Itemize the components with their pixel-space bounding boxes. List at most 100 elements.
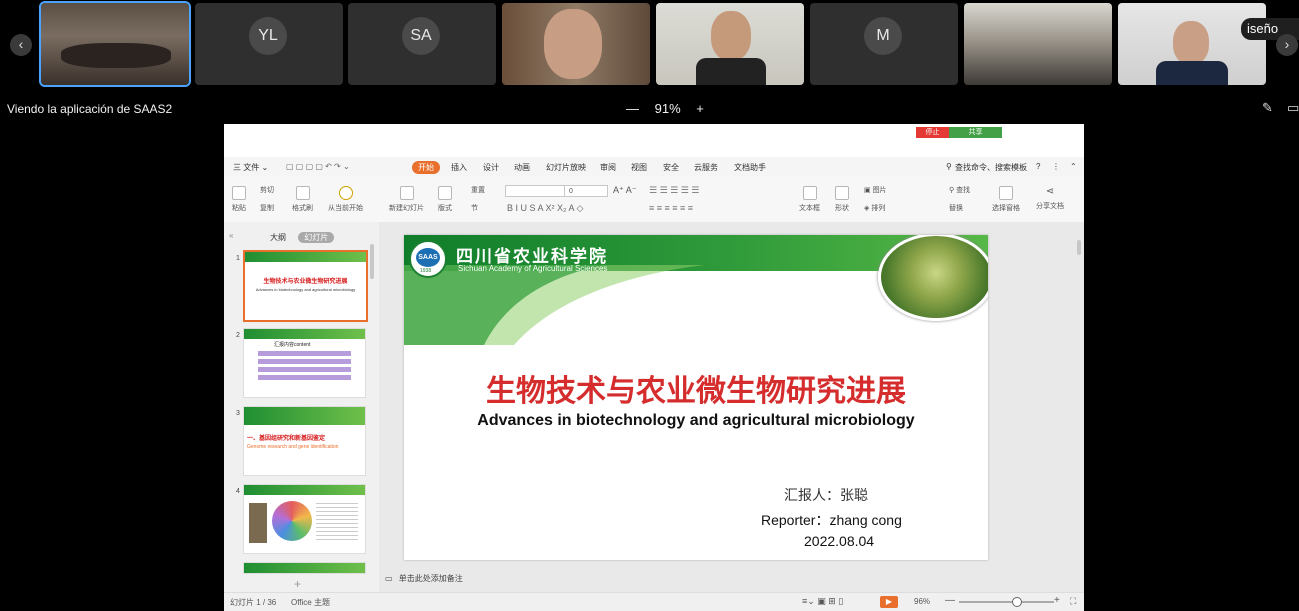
- tab-animation[interactable]: 动画: [514, 162, 530, 173]
- new-slide-icon: [399, 186, 414, 200]
- picture-button[interactable]: ▣ 图片: [864, 185, 887, 195]
- tab-design[interactable]: 设计: [483, 162, 499, 173]
- participant-tile-6[interactable]: M: [810, 3, 958, 85]
- select-pane-button[interactable]: 选择窗格: [992, 186, 1020, 213]
- zoom-in-button[interactable]: +: [696, 101, 704, 116]
- tab-view[interactable]: 视图: [631, 162, 647, 173]
- current-slide[interactable]: SAAS 1938 四川省农业科学院 Sichuan Academy of Ag…: [404, 235, 988, 560]
- theme-name[interactable]: Office 主题: [291, 597, 330, 608]
- image-icon: ▣: [864, 187, 873, 194]
- from-current-button[interactable]: 从当前开始: [328, 186, 363, 213]
- text-format-icons[interactable]: B I U S A X² X₂ A ◇: [507, 203, 583, 214]
- section-button[interactable]: 节: [471, 203, 478, 213]
- arrange-button[interactable]: ◈ 排列: [864, 203, 885, 213]
- command-search[interactable]: 查找命令、搜索模板: [955, 162, 1027, 173]
- avatar: M: [864, 17, 902, 55]
- shape-button[interactable]: 形状: [835, 186, 849, 213]
- participant-tile-5[interactable]: [656, 3, 804, 85]
- reset-button[interactable]: 重置: [471, 185, 485, 195]
- slide-thumbnail-2[interactable]: 汇报内容content: [243, 328, 366, 398]
- zoom-out-icon[interactable]: —: [945, 595, 955, 606]
- tab-slideshow[interactable]: 幻灯片放映: [546, 162, 586, 173]
- file-menu[interactable]: 三 文件 ⌄: [233, 162, 268, 173]
- pane-scrollbar[interactable]: [370, 244, 374, 279]
- reporter-cn: 汇报人：张聪: [784, 488, 868, 504]
- slide-counter: 幻灯片 1 / 36: [230, 598, 277, 607]
- slide-thumbnail-5[interactable]: [243, 562, 366, 574]
- zoom-slider-handle[interactable]: [1012, 597, 1022, 607]
- find-button[interactable]: ⚲ 查找: [949, 185, 970, 195]
- chevron-left-icon[interactable]: ‹: [10, 34, 32, 56]
- paste-button[interactable]: 粘贴: [232, 186, 246, 213]
- collapse-pane-icon[interactable]: «: [229, 231, 233, 240]
- participant-tile-1[interactable]: [39, 1, 191, 87]
- tab-review[interactable]: 审阅: [600, 162, 616, 173]
- avatar: YL: [249, 17, 287, 55]
- stop-share-button[interactable]: 停止: [916, 127, 949, 138]
- zoom-out-button[interactable]: —: [626, 101, 639, 116]
- canvas-scrollbar[interactable]: [1077, 240, 1081, 255]
- report-date: 2022.08.04: [804, 533, 875, 549]
- tab-insert[interactable]: 插入: [451, 162, 467, 173]
- chat-icon[interactable]: ▭: [1287, 100, 1299, 116]
- align-icons[interactable]: ≡ ≡ ≡ ≡ ≡ ≡: [649, 203, 693, 213]
- tab-doc-assistant[interactable]: 文档助手: [734, 162, 766, 173]
- play-slideshow-button[interactable]: ▶: [880, 596, 898, 608]
- institute-name-en: Sichuan Academy of Agricultural Sciences: [458, 264, 608, 273]
- add-slide-button[interactable]: +: [294, 577, 301, 591]
- copy-button[interactable]: 复制: [260, 203, 274, 213]
- tab-slides[interactable]: 幻灯片: [298, 232, 335, 243]
- reporter-en: Reporter：zhang cong: [761, 512, 902, 528]
- more-icon[interactable]: ⋮: [1052, 162, 1060, 171]
- layout-button[interactable]: 版式: [438, 186, 452, 213]
- replace-button[interactable]: 替换: [949, 203, 963, 213]
- participant-strip: ‹ YL SA M iseño ›: [0, 0, 1299, 90]
- new-slide-button[interactable]: 新建幻灯片: [389, 186, 424, 213]
- slide-thumbnail-3[interactable]: 一、基因组研究和新基因鉴定 Genome research and gene i…: [243, 406, 366, 476]
- notes-area[interactable]: ▭ 单击此处添加备注: [379, 573, 1084, 587]
- zoom-slider[interactable]: [959, 597, 1054, 607]
- zoom-in-icon[interactable]: +: [1054, 595, 1060, 606]
- slide-thumbnail-1[interactable]: 生物技术与农业微生物研究进展 Advances in biotechnology…: [243, 250, 368, 322]
- share-button[interactable]: 共享: [949, 127, 1002, 138]
- tab-home[interactable]: 开始: [412, 161, 440, 174]
- chevron-right-icon[interactable]: ›: [1276, 34, 1298, 56]
- select-pane-icon: [999, 186, 1013, 200]
- thumb-number: 2: [236, 332, 240, 339]
- slide-canvas: SAAS 1938 四川省农业科学院 Sichuan Academy of Ag…: [379, 222, 1084, 597]
- share-doc-button[interactable]: ⋖ 分享文档: [1036, 186, 1064, 211]
- view-icons[interactable]: ≡⌄ ▣ ⊞ ▯: [802, 596, 843, 607]
- format-painter-button[interactable]: 格式刷: [292, 186, 313, 213]
- status-bar: 幻灯片 1 / 36 Office 主题 ≡⌄ ▣ ⊞ ▯ ▶ 96% — + …: [224, 592, 1084, 611]
- participant-tile-3[interactable]: SA: [348, 3, 496, 85]
- participant-tile-4[interactable]: [502, 3, 650, 85]
- participant-tile-8[interactable]: [1118, 3, 1266, 85]
- font-name-field[interactable]: [505, 185, 565, 197]
- participant-tile-2[interactable]: YL: [195, 3, 343, 85]
- font-size-field[interactable]: 0: [564, 185, 608, 197]
- annotate-icon[interactable]: ✎: [1262, 100, 1273, 116]
- tab-cloud[interactable]: 云服务: [694, 162, 718, 173]
- saas-logo: SAAS 1938: [409, 240, 447, 278]
- zoom-control: — 91% +: [620, 101, 710, 116]
- slide-thumbnail-4[interactable]: [243, 484, 366, 554]
- zoom-level: 91%: [654, 101, 681, 116]
- paste-icon: [232, 186, 246, 200]
- viewing-status: Viendo la aplicación de SAAS2: [7, 102, 173, 116]
- thumb-number: 3: [236, 410, 240, 417]
- list-icons[interactable]: ☰ ☰ ☰ ☰ ☰: [649, 185, 699, 196]
- search-icon[interactable]: ⚲: [946, 162, 952, 171]
- pane-tabs: 大纲 幻灯片: [270, 232, 335, 243]
- fit-window-icon[interactable]: ⛶: [1070, 596, 1076, 607]
- shape-icon: [835, 186, 849, 200]
- font-grow-icon[interactable]: A⁺ A⁻: [613, 185, 637, 196]
- tab-security[interactable]: 安全: [663, 162, 679, 173]
- play-icon: [338, 186, 353, 200]
- help-icon[interactable]: ?: [1036, 162, 1040, 171]
- notes-icon: ▭: [385, 574, 393, 583]
- participant-tile-7[interactable]: [964, 3, 1112, 85]
- chevron-up-icon[interactable]: ⌃: [1070, 162, 1077, 171]
- tab-outline[interactable]: 大纲: [270, 233, 286, 242]
- cut-button[interactable]: 剪切: [260, 185, 274, 195]
- textbox-button[interactable]: 文本框: [799, 186, 820, 213]
